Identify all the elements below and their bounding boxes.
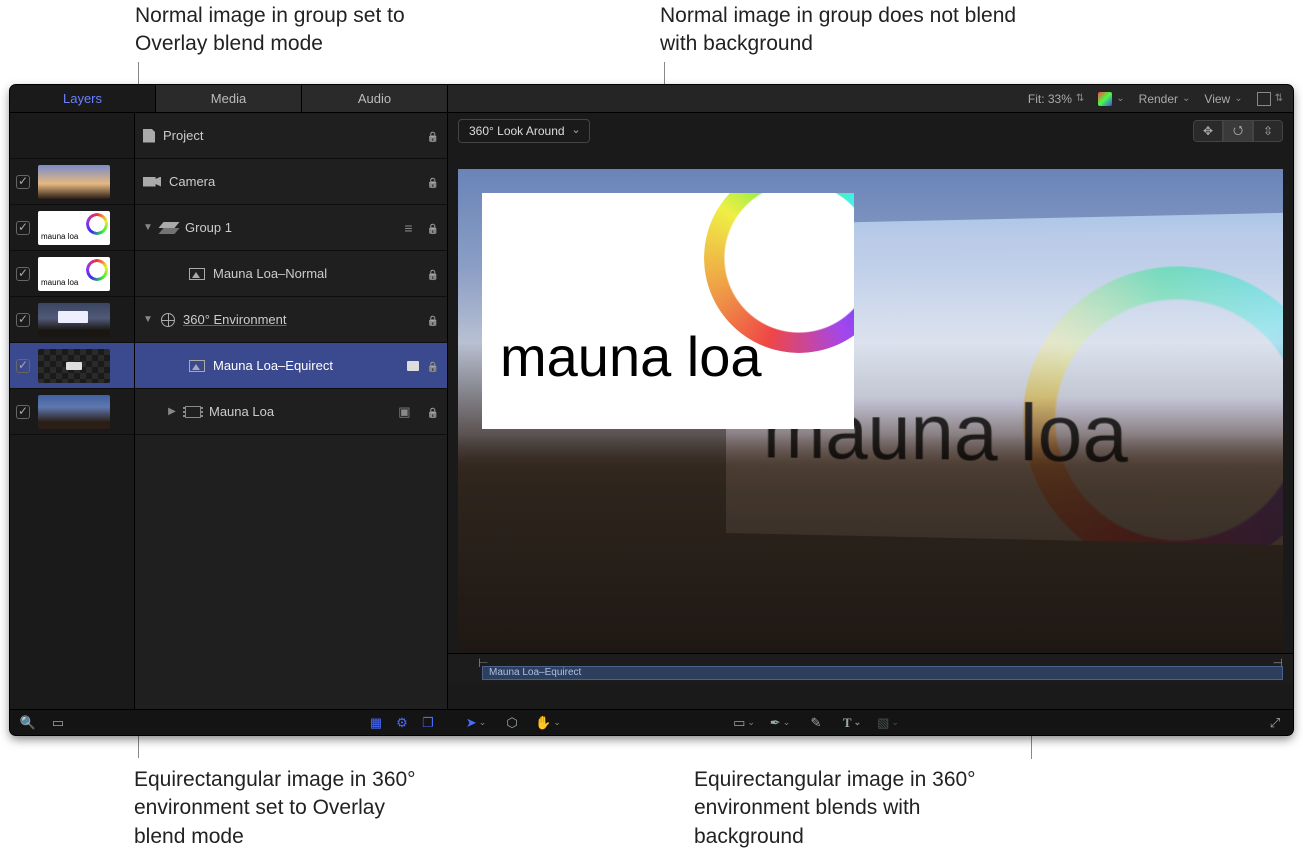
tab-media[interactable]: Media [156,85,302,112]
thumb-equirect [38,349,110,383]
visibility-checkbox[interactable] [16,359,30,373]
color-channels-icon [1098,92,1112,106]
callout-top-left: Normal image in group set to Overlay ble… [135,2,475,59]
arrow-tool[interactable]: ➤⌄ [468,715,484,731]
camera-view-dropdown[interactable]: 360° Look Around [458,119,590,143]
blend-mode-icon[interactable] [404,220,412,236]
layer-row-group[interactable]: ▼ Group 1 [135,205,447,251]
lock-icon[interactable] [427,129,439,143]
visibility-checkbox[interactable] [16,267,30,281]
lock-icon[interactable] [427,175,439,189]
thumb-row[interactable] [10,389,134,435]
thumb-row[interactable] [10,343,134,389]
thumb-normal [38,257,110,291]
camera-nav-buttons: ✥ ⭯ ⇳ [1193,120,1283,142]
search-icon[interactable]: 🔍 [20,715,36,731]
rect-tool[interactable]: ▭⌄ [736,715,752,731]
hand-tool[interactable]: ✋⌄ [540,715,556,731]
environment-icon [161,313,175,327]
disclosure-triangle[interactable]: ▶ [167,406,177,417]
group-icon [161,222,177,234]
disclosure-triangle[interactable]: ▼ [143,222,153,233]
color-menu[interactable]: ⌄ [1098,92,1124,106]
image-icon [189,360,205,372]
layer-row-equirect[interactable]: Mauna Loa–Equirect [135,343,447,389]
gear-icon[interactable]: ⚙ [394,715,410,731]
thumb-group1 [38,211,110,245]
window-icon[interactable]: ❐ [420,715,436,731]
viewer-layout-menu[interactable]: ⇅ [1257,92,1283,106]
updown-icon: ⇅ [1076,93,1084,104]
thumb-camera [38,165,110,199]
thumb-clip [38,395,110,429]
visibility-checkbox[interactable] [16,405,30,419]
mini-timeline[interactable]: ⊢ ⊣ Mauna Loa–Equirect [448,653,1293,683]
lock-icon[interactable] [427,313,439,327]
app-window: Layers Media Audio Project Camera ▼ Grou… [10,85,1293,735]
fit-menu[interactable]: Fit: 33%⇅ [1028,92,1084,106]
layer-row-clip[interactable]: ▶ Mauna Loa ▣ [135,389,447,435]
pan-button[interactable]: ✥ [1193,120,1223,142]
render-menu[interactable]: Render⌄ [1139,92,1191,106]
thumb-env [38,303,110,337]
project-icon [143,129,155,143]
clip-icon [185,406,201,418]
layer-row-camera[interactable]: Camera [135,159,447,205]
viewer-top-bar: Fit: 33%⇅ ⌄ Render⌄ View⌄ ⇅ [448,85,1293,113]
thumbnail-column [10,113,135,709]
view-menu[interactable]: View⌄ [1204,92,1242,106]
orbit-button[interactable]: ⭯ [1223,120,1253,142]
canvas-normal-text: mauna loa [500,324,762,389]
fullscreen-icon[interactable]: ⤢ [1267,715,1283,731]
link-icon[interactable]: ▣ [398,404,410,420]
panel-tabs: Layers Media Audio [10,85,448,113]
thumb-row[interactable] [10,297,134,343]
bottom-toolbar: 🔍 ▭ ▦ ⚙ ❐ ➤⌄ ⬡ ✋⌄ ▭⌄ ✒⌄ ✎ T⌄ ▧⌄ ⤢ [10,709,1293,735]
square-icon [1257,92,1271,106]
layer-row-env[interactable]: ▼ 360° Environment [135,297,447,343]
text-tool[interactable]: T⌄ [844,715,860,731]
mini-timeline-clip[interactable]: Mauna Loa–Equirect [482,666,1283,680]
lock-icon[interactable] [427,359,439,373]
lock-icon[interactable] [427,405,439,419]
lock-icon[interactable] [427,221,439,235]
visibility-checkbox[interactable] [16,221,30,235]
canvas-normal-overlay: mauna loa [482,193,854,429]
visibility-checkbox[interactable] [16,175,30,189]
orbit-tool[interactable]: ⬡ [504,715,520,731]
image-icon [189,268,205,280]
thumb-row[interactable] [10,205,134,251]
panel-size-icon[interactable]: ▭ [50,715,66,731]
thumb-row[interactable] [10,159,134,205]
layer-list: Project Camera ▼ Group 1 Mauna Loa–Norma… [135,113,448,709]
thumb-row[interactable] [10,251,134,297]
tab-audio[interactable]: Audio [302,85,448,112]
tab-layers[interactable]: Layers [10,85,156,112]
layer-row-project[interactable]: Project [135,113,447,159]
viewer-panel: Fit: 33%⇅ ⌄ Render⌄ View⌄ ⇅ 360° Look Ar… [448,85,1293,709]
visibility-checkbox[interactable] [16,313,30,327]
equirect-badge-icon [407,361,419,371]
viewer-sub-bar: 360° Look Around ✥ ⭯ ⇳ [448,113,1293,149]
camera-icon [143,177,161,187]
canvas[interactable]: mauna loa mauna loa [458,169,1283,665]
checker-icon[interactable]: ▦ [368,715,384,731]
callout-bottom-left: Equirectangular image in 360° environmen… [134,766,434,851]
dolly-button[interactable]: ⇳ [1253,120,1283,142]
callout-top-right: Normal image in group does not blend wit… [660,2,1030,59]
lock-icon[interactable] [427,267,439,281]
pen-tool[interactable]: ✒⌄ [772,715,788,731]
brush-tool[interactable]: ✎ [808,715,824,731]
disclosure-triangle[interactable]: ▼ [143,314,153,325]
mask-tool[interactable]: ▧⌄ [880,715,896,731]
layer-row-normal[interactable]: Mauna Loa–Normal [135,251,447,297]
callout-bottom-right: Equirectangular image in 360° environmen… [694,766,994,851]
